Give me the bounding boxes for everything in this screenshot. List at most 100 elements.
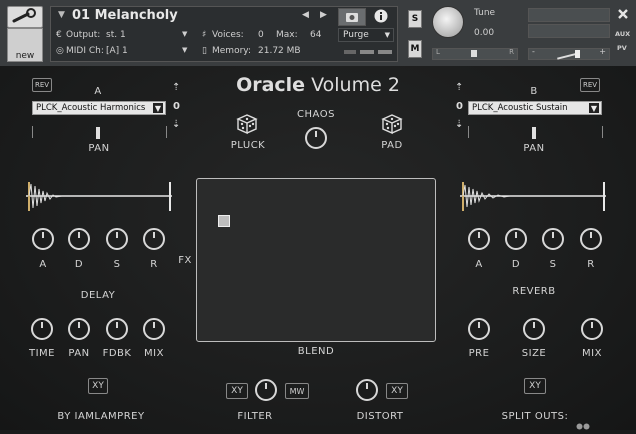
delay-time-knob[interactable]: [31, 318, 53, 340]
blend-xy-handle[interactable]: [218, 215, 230, 227]
blend-xy-pad[interactable]: [196, 178, 436, 342]
reverb-xy-button[interactable]: XY: [524, 378, 546, 394]
blend-label: BLEND: [297, 346, 335, 357]
mute-button[interactable]: M: [408, 40, 422, 58]
preset-dropdown-icon-b: ▼: [589, 103, 599, 113]
purge-meter-3: [378, 50, 392, 54]
pluck-label: PLUCK: [230, 140, 266, 151]
delay-pan-knob[interactable]: [68, 318, 90, 340]
close-icon: [618, 9, 628, 19]
slot-label-a: A: [94, 86, 102, 97]
collapse-arrow-icon[interactable]: ▼: [58, 10, 65, 20]
release-knob-b[interactable]: [580, 228, 602, 250]
midi-value[interactable]: [A] 1: [106, 46, 128, 56]
pan-range-left-a: [32, 126, 33, 138]
reverb-pre-knob[interactable]: [468, 318, 490, 340]
next-instrument-icon[interactable]: ▶: [320, 10, 327, 20]
delay-mix-label: MIX: [144, 348, 164, 359]
volume-slider[interactable]: - +: [528, 47, 610, 60]
reverb-size-knob[interactable]: [523, 318, 545, 340]
transpose-value-a[interactable]: 0: [173, 101, 180, 112]
decay-knob-a[interactable]: [68, 228, 90, 250]
transpose-up-icon-b[interactable]: ⇡: [455, 82, 463, 93]
sustain-knob-b[interactable]: [542, 228, 564, 250]
new-button[interactable]: new: [7, 28, 43, 62]
prev-instrument-icon[interactable]: ◀: [302, 10, 309, 20]
close-button[interactable]: [616, 6, 630, 20]
reverb-xy-label: XY: [529, 381, 541, 391]
transpose-up-icon-a[interactable]: ⇡: [172, 82, 180, 93]
midi-label: MIDI Ch:: [66, 46, 104, 56]
transpose-down-icon-b[interactable]: ⇣: [455, 119, 463, 130]
purge-menu[interactable]: Purge ▼: [338, 28, 394, 42]
new-label: new: [15, 51, 35, 61]
distort-xy-button[interactable]: XY: [386, 383, 408, 399]
dice-pluck-icon[interactable]: [235, 112, 259, 136]
credit-label: BY IAMLAMPREY: [57, 411, 145, 422]
delay-mix-knob[interactable]: [143, 318, 165, 340]
solo-button[interactable]: S: [408, 10, 422, 28]
distort-knob[interactable]: [356, 379, 378, 401]
sustain-label-a: S: [113, 259, 121, 270]
snapshot-button[interactable]: [338, 8, 366, 26]
aux-button[interactable]: AUX: [615, 30, 630, 38]
release-knob-a[interactable]: [143, 228, 165, 250]
attack-knob-b[interactable]: [468, 228, 490, 250]
voices-value: 0: [258, 30, 264, 40]
tune-knob[interactable]: [432, 6, 464, 38]
filter-mw-button[interactable]: MW: [285, 383, 309, 399]
release-label-a: R: [150, 259, 158, 270]
max-value[interactable]: 64: [310, 30, 321, 40]
mute-label: M: [410, 44, 420, 54]
rev-label-b: REV: [582, 81, 598, 89]
delay-feedback-label: FDBK: [102, 348, 132, 359]
transpose-value-b[interactable]: 0: [456, 101, 463, 112]
tune-value[interactable]: 0.00: [474, 28, 494, 38]
dice-pad-icon[interactable]: [380, 112, 404, 136]
rev-button-b[interactable]: REV: [580, 78, 600, 92]
split-outs-toggle[interactable]: [576, 415, 590, 430]
pan-left-label: L: [436, 48, 440, 56]
split-outs-label: SPLIT OUTS:: [501, 411, 569, 422]
filter-xy-button[interactable]: XY: [226, 383, 248, 399]
preset-select-b[interactable]: PLCK_Acoustic Sustain ▼: [468, 101, 602, 115]
transpose-down-icon-a[interactable]: ⇣: [172, 119, 180, 130]
decay-knob-b[interactable]: [505, 228, 527, 250]
volume-minus-label: -: [532, 47, 535, 56]
midi-dropdown-icon[interactable]: ▼: [182, 46, 187, 54]
output-dropdown-icon[interactable]: ▼: [182, 30, 187, 38]
preset-dropdown-icon-a: ▼: [153, 103, 163, 113]
attack-knob-a[interactable]: [32, 228, 54, 250]
pan-handle-b[interactable]: [532, 127, 536, 139]
rev-label-a: REV: [34, 81, 50, 89]
pan-handle-a[interactable]: [96, 127, 100, 139]
pad-label: PAD: [381, 140, 403, 151]
sustain-knob-a[interactable]: [106, 228, 128, 250]
filter-label: FILTER: [237, 411, 273, 422]
chaos-knob[interactable]: [305, 127, 327, 149]
filter-knob[interactable]: [255, 379, 277, 401]
delay-time-label: TIME: [28, 348, 55, 359]
output-value[interactable]: st. 1: [106, 30, 126, 40]
waveform-a[interactable]: [26, 180, 172, 213]
volume-slider-handle[interactable]: [575, 50, 580, 58]
distort-label: DISTORT: [356, 411, 404, 422]
rev-button-a[interactable]: REV: [32, 78, 52, 92]
reverb-mix-knob[interactable]: [581, 318, 603, 340]
pv-button[interactable]: PV: [617, 44, 627, 52]
pan-label-a: PAN: [88, 143, 110, 154]
waveform-b[interactable]: [460, 180, 606, 213]
pan-slider-handle[interactable]: [471, 50, 477, 57]
chaos-label: CHAOS: [297, 109, 335, 120]
solo-label: S: [411, 14, 419, 24]
delay-xy-button[interactable]: XY: [88, 378, 108, 394]
delay-feedback-knob[interactable]: [106, 318, 128, 340]
preset-select-a[interactable]: PLCK_Acoustic Harmonics ▼: [32, 101, 166, 115]
preset-value-b: PLCK_Acoustic Sustain: [472, 103, 568, 113]
level-meter-right: [528, 24, 610, 38]
info-button[interactable]: [368, 8, 394, 24]
pan-slider[interactable]: L R: [432, 48, 518, 60]
title-part2: Volume 2: [311, 74, 400, 96]
instrument-name[interactable]: 01 Melancholy: [72, 8, 178, 23]
wrench-button[interactable]: [7, 6, 43, 28]
